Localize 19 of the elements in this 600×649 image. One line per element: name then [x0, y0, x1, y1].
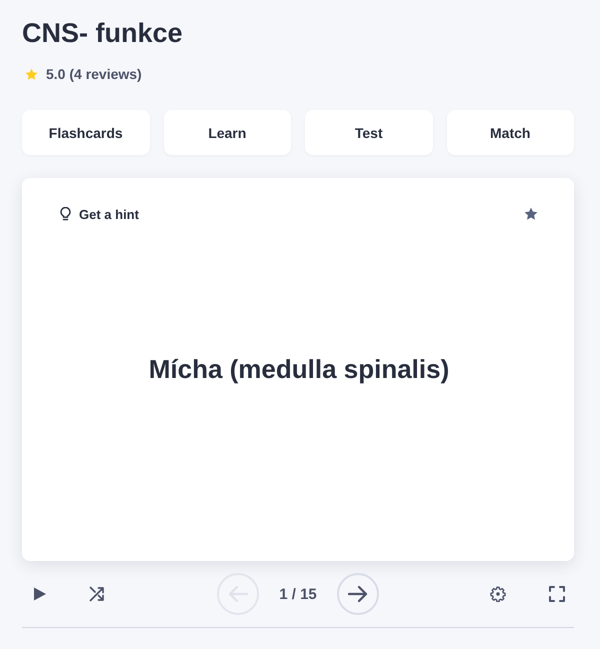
- mode-button[interactable]: Learn: [164, 110, 291, 155]
- mode-button[interactable]: Test: [305, 110, 432, 155]
- settings-icon[interactable]: [490, 586, 506, 602]
- card-counter: 1 / 15: [279, 586, 317, 602]
- mode-button[interactable]: Flashcards: [22, 110, 150, 155]
- next-button[interactable]: [336, 573, 379, 615]
- term-text: Mícha (medulla spinalis): [148, 354, 450, 385]
- rating-text: 5.0 (4 reviews): [46, 66, 142, 82]
- hint-button[interactable]: Get a hint: [60, 206, 139, 222]
- flashcard[interactable]: Get a hint Mícha (medulla spinalis): [22, 178, 574, 561]
- star-icon[interactable]: [524, 207, 538, 221]
- page-title: CNS- funkce: [22, 17, 183, 50]
- arrow-right-icon: [346, 583, 369, 605]
- star-icon: [25, 68, 38, 80]
- play-icon[interactable]: [32, 586, 48, 602]
- lightbulb-icon: [60, 207, 71, 221]
- shuffle-icon[interactable]: [89, 586, 105, 602]
- fullscreen-icon[interactable]: [549, 586, 565, 602]
- mode-button[interactable]: Match: [446, 110, 574, 155]
